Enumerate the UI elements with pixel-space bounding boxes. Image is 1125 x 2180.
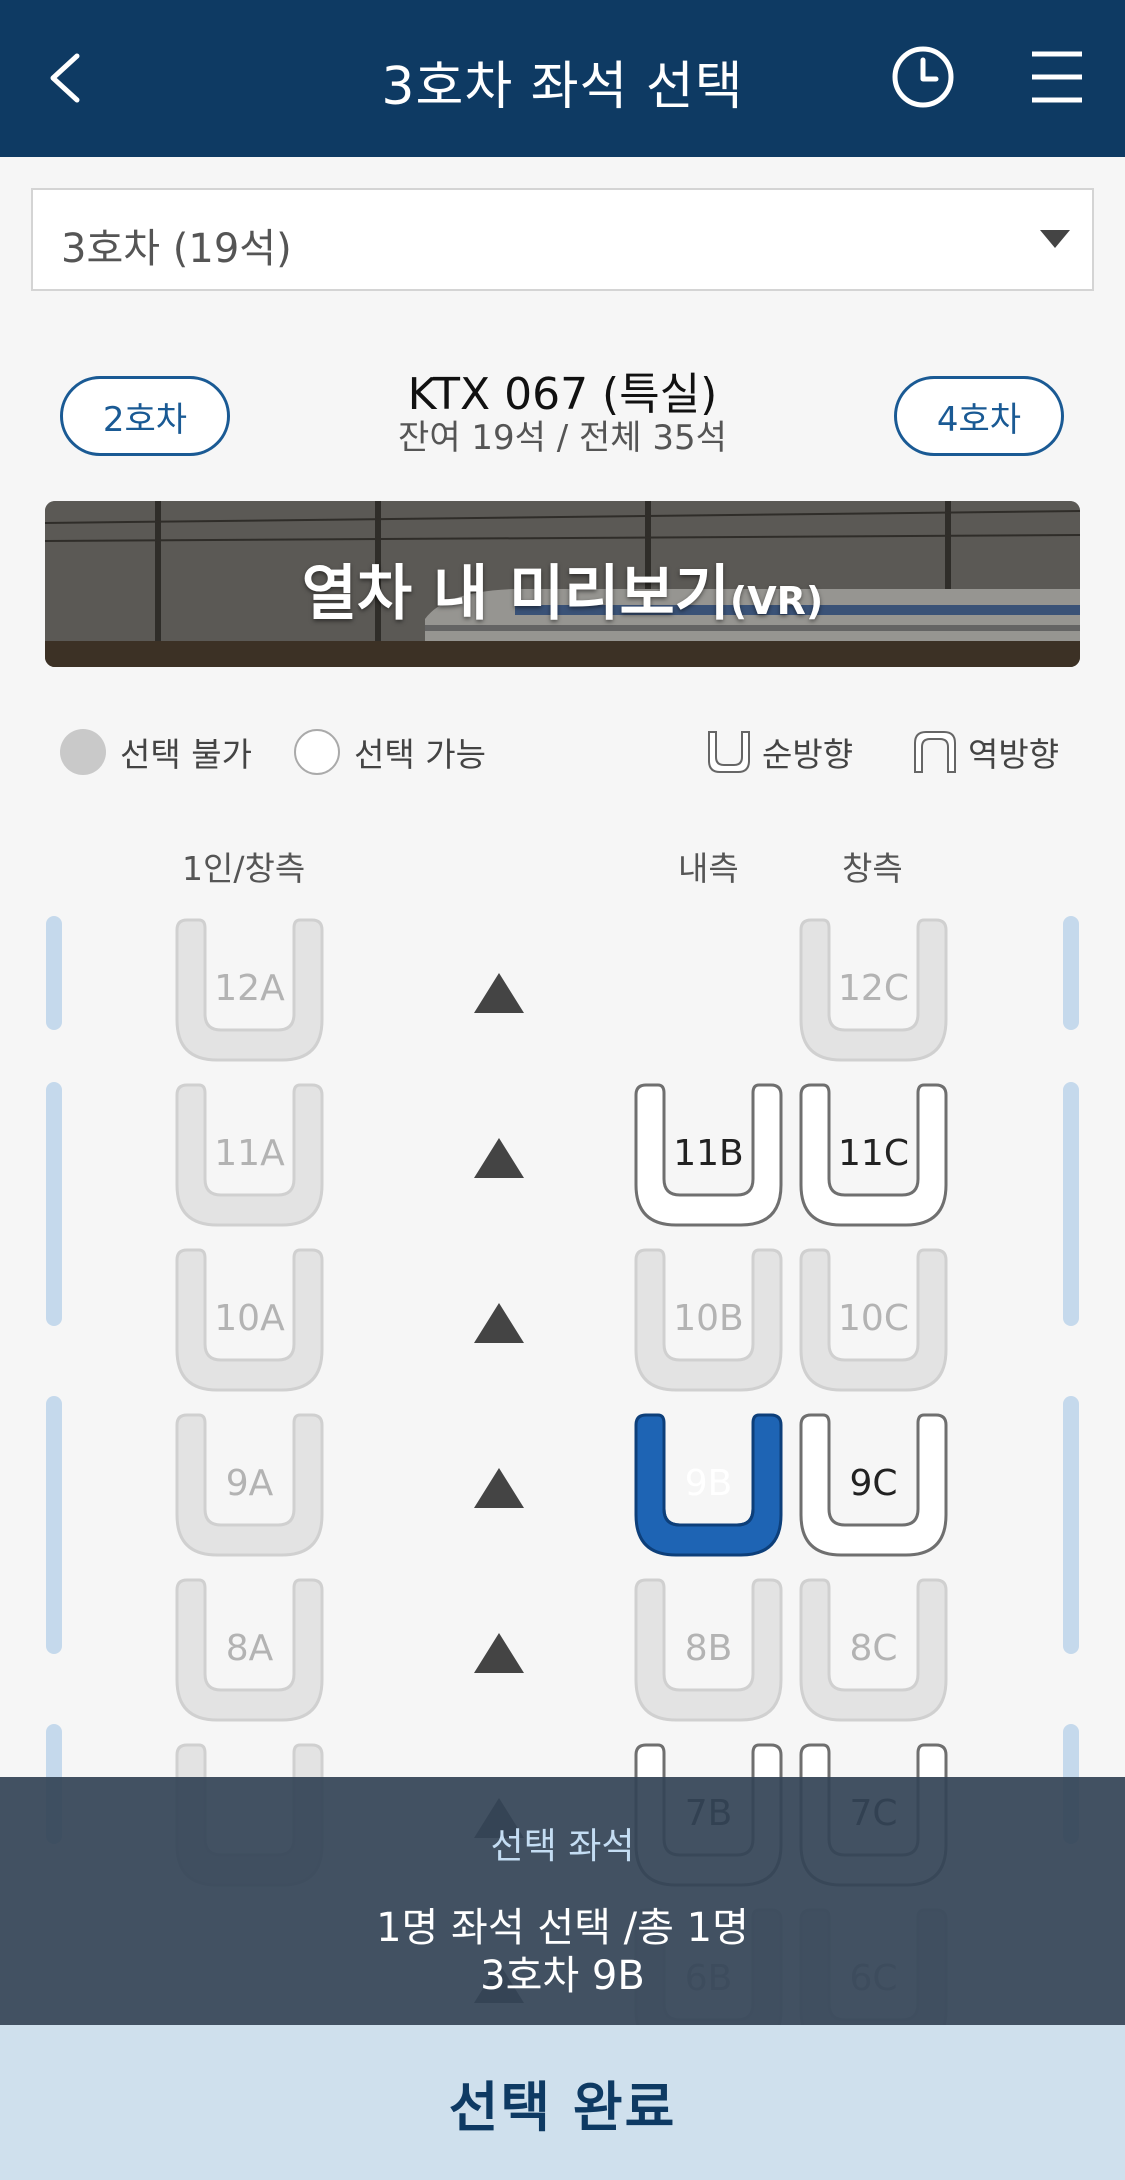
seat-11C[interactable]: 11C <box>797 1081 950 1229</box>
seat-label: 9A <box>225 1463 274 1504</box>
seat-label: 10A <box>214 1298 285 1339</box>
seat-12C: 12C <box>797 916 950 1064</box>
seat-8A: 8A <box>173 1576 326 1724</box>
direction-arrow-icon <box>474 1303 524 1343</box>
seat-label: 11B <box>673 1133 744 1174</box>
seat-label: 8A <box>225 1628 274 1669</box>
window-marker <box>46 916 62 1030</box>
seat-11A: 11A <box>173 1081 326 1229</box>
seat-11B[interactable]: 11B <box>632 1081 785 1229</box>
legend-available: 선택 가능 <box>294 726 486 778</box>
legend-available-label: 선택 가능 <box>354 735 486 774</box>
direction-arrow-icon <box>474 1633 524 1673</box>
seat-9C[interactable]: 9C <box>797 1411 950 1559</box>
seat-label: 10C <box>838 1298 909 1339</box>
vr-banner-suffix: (VR) <box>729 579 824 623</box>
clock-icon <box>892 46 954 108</box>
seat-label: 10B <box>673 1298 744 1339</box>
unavailable-dot-icon <box>60 729 106 775</box>
window-marker <box>46 1082 62 1326</box>
car-select-value: 3호차 (19석) <box>61 226 292 272</box>
next-car-button[interactable]: 4호차 <box>894 376 1064 456</box>
menu-button[interactable] <box>1020 40 1094 114</box>
direction-arrow-icon <box>474 1138 524 1178</box>
dropdown-arrow-icon <box>1040 230 1070 248</box>
seat-label: 11A <box>214 1133 285 1174</box>
seat-8B: 8B <box>632 1576 785 1724</box>
history-button[interactable] <box>886 40 960 114</box>
backward-seat-icon <box>914 731 956 773</box>
window-marker <box>46 1396 62 1654</box>
seat-label: 12A <box>214 968 285 1009</box>
seat-8C: 8C <box>797 1576 950 1724</box>
window-marker <box>1063 1396 1079 1654</box>
legend-forward-label: 순방향 <box>762 735 854 774</box>
selected-seat-label: 선택 좌석 <box>490 1826 635 1867</box>
legend-forward: 순방향 <box>706 726 853 778</box>
window-marker <box>1063 916 1079 1030</box>
seat-label: 12C <box>838 968 909 1009</box>
legend-unavailable-label: 선택 불가 <box>120 735 252 774</box>
seat-label: 11C <box>838 1133 909 1174</box>
legend-unavailable: 선택 불가 <box>60 726 252 778</box>
legend-backward-label: 역방향 <box>968 735 1060 774</box>
seat-label: 9C <box>849 1463 898 1504</box>
car-select-dropdown[interactable]: 3호차 (19석) <box>31 188 1094 291</box>
selected-seat-info: 3호차 9B <box>480 1953 645 1999</box>
seat-9A: 9A <box>173 1411 326 1559</box>
vr-banner-title: 열차 내 미리보기(VR) <box>45 545 1080 632</box>
seat-12A: 12A <box>173 916 326 1064</box>
vr-banner-title-main: 열차 내 미리보기 <box>301 559 730 629</box>
direction-arrow-icon <box>474 973 524 1013</box>
seat-10C: 10C <box>797 1246 950 1394</box>
window-marker <box>1063 1082 1079 1326</box>
direction-arrow-icon <box>474 1468 524 1508</box>
forward-seat-icon <box>708 731 750 773</box>
seat-label: 8C <box>849 1628 898 1669</box>
vr-preview-banner[interactable]: 열차 내 미리보기(VR) <box>45 501 1080 667</box>
seat-10B: 10B <box>632 1246 785 1394</box>
selection-summary-panel: 선택 좌석 1명 좌석 선택 /총 1명 3호차 9B <box>0 1777 1125 2025</box>
column-header-single: 1인/창측 <box>182 849 306 888</box>
column-header-aisle: 내측 <box>678 849 739 888</box>
seat-9B[interactable]: 9B <box>632 1411 785 1559</box>
legend-backward: 역방향 <box>912 726 1059 778</box>
seat-label: 8B <box>684 1628 733 1669</box>
seat-10A: 10A <box>173 1246 326 1394</box>
app-header: 3호차 좌석 선택 <box>0 0 1125 157</box>
hamburger-menu-icon <box>1032 51 1082 103</box>
available-dot-icon <box>294 729 340 775</box>
column-header-window: 창측 <box>842 849 903 888</box>
seat-label: 9B <box>684 1463 733 1504</box>
confirm-selection-button[interactable]: 선택 완료 <box>0 2025 1125 2180</box>
